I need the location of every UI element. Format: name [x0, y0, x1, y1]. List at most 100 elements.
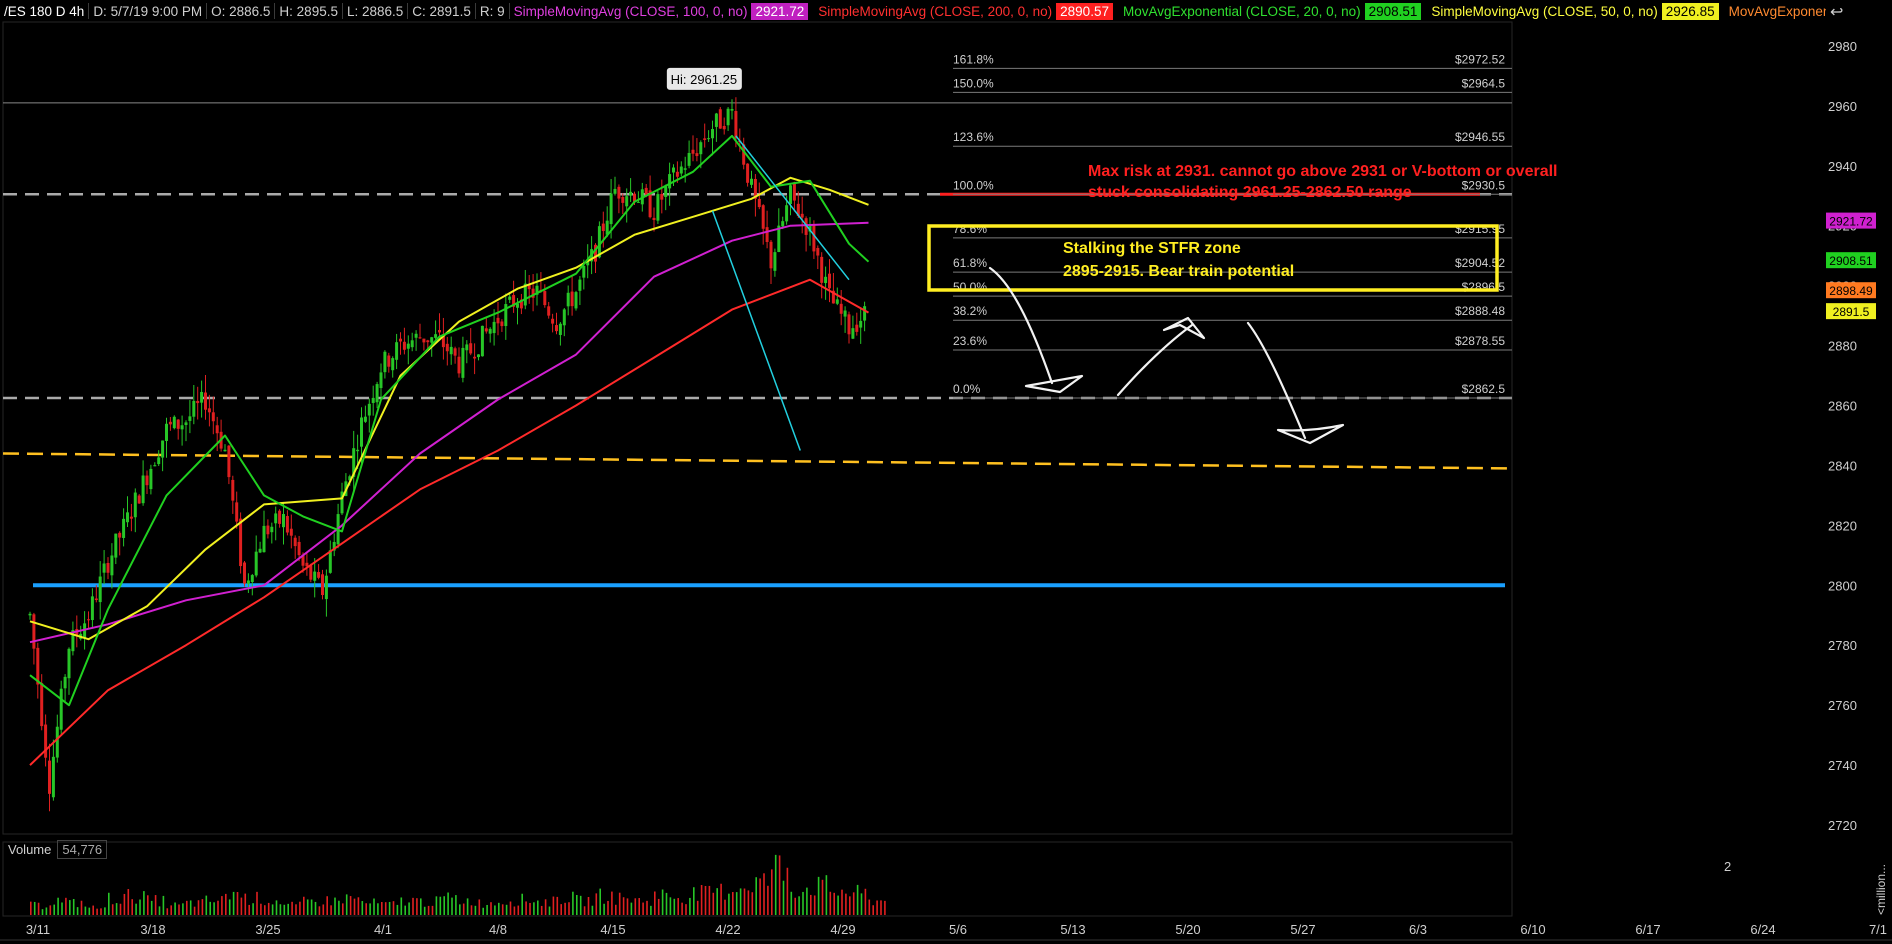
candle-body [757, 198, 761, 208]
volume-bar [501, 904, 504, 915]
candle-body [566, 292, 570, 307]
candle-body [781, 221, 785, 227]
candle-body [375, 384, 379, 403]
volume-bar [864, 888, 867, 915]
volume-bar [119, 903, 122, 915]
candle-body [313, 571, 317, 581]
candle-body [297, 541, 301, 556]
fib-percent-label: 78.6% [953, 222, 987, 236]
x-tick-label: 4/29 [830, 922, 855, 937]
volume-bar [751, 892, 754, 915]
candle-body [473, 356, 477, 359]
volume-bar [361, 901, 364, 915]
candle-body [399, 338, 402, 342]
volume-bar [786, 867, 789, 915]
volume-bar [150, 900, 153, 915]
volume-bar [860, 893, 863, 915]
volume-bar [735, 892, 738, 915]
volume-bar [396, 904, 399, 915]
x-tick-label: 4/8 [489, 922, 507, 937]
volume-bar [498, 902, 500, 915]
x-tick-label: 4/15 [600, 922, 625, 937]
volume-bar [158, 906, 161, 915]
candle-body [51, 756, 55, 798]
volume-bar [228, 899, 231, 915]
candle-body [570, 291, 574, 307]
volume-bar [599, 888, 601, 915]
volume-bar [275, 900, 278, 915]
volume-bar [49, 905, 52, 915]
candle-body [601, 223, 605, 232]
fib-percent-label: 100.0% [953, 178, 994, 192]
candle-body [254, 551, 258, 576]
volume-bar [143, 891, 145, 915]
volume-bar [295, 904, 297, 915]
volume-bar [318, 906, 321, 915]
volume-bar [330, 905, 332, 915]
candle-body [453, 348, 457, 356]
volume-bar [123, 893, 126, 915]
candle-body [48, 760, 51, 794]
candle-body [714, 113, 718, 127]
volume-bar [232, 891, 235, 915]
volume-bar [455, 895, 457, 915]
candle-body [597, 226, 601, 258]
volume-bar [478, 899, 481, 915]
candle-body [551, 318, 555, 324]
candle-body [699, 142, 703, 155]
y-tick-label: 2780 [1828, 638, 1857, 653]
volume-bar [685, 904, 687, 915]
volume-bar [451, 897, 453, 915]
candle-body [609, 193, 613, 225]
volume-bar [404, 905, 406, 915]
candle-body [114, 533, 118, 558]
candle-body [321, 574, 324, 596]
x-tick-label: 5/27 [1290, 922, 1315, 937]
candle-body [695, 153, 699, 157]
candle-body [145, 475, 149, 486]
volume-bar [482, 907, 484, 915]
volume-bar [61, 902, 63, 915]
volume-bar [841, 889, 843, 915]
volume-bar [100, 908, 102, 915]
volume-bar [408, 902, 410, 915]
candle-body [722, 125, 726, 130]
volume-bar [37, 902, 40, 915]
volume-bar [154, 895, 157, 915]
candle-body [176, 419, 180, 429]
candle-body [90, 596, 94, 621]
candle-body [153, 465, 157, 467]
volume-bar [486, 904, 488, 915]
moving-average-line [29, 278, 869, 766]
volume-bar [166, 908, 169, 915]
candle-body [644, 187, 648, 195]
candle-body [508, 296, 512, 300]
volume-bar [306, 899, 309, 915]
volume-bar [147, 895, 149, 915]
moving-average-line [29, 134, 870, 707]
candle-body [223, 449, 227, 452]
fib-price-label: $2896.5 [1462, 280, 1506, 294]
moving-average-line [29, 176, 869, 641]
volume-bar [677, 898, 679, 915]
candle-body [184, 422, 188, 425]
fib-percent-label: 150.0% [953, 76, 994, 90]
y-tick-label: 2820 [1828, 518, 1857, 533]
volume-bar [240, 897, 243, 915]
volume-bar [45, 907, 48, 915]
chart-canvas[interactable]: 161.8% $2972.52 150.0% $2964.5 123.6% $2946.5… [0, 0, 1892, 944]
volume-bar [810, 894, 812, 915]
candle-body [391, 358, 395, 371]
candle-body [141, 475, 145, 504]
channel-lower-line [711, 210, 801, 451]
candle-body [461, 347, 465, 378]
candle-body [672, 167, 675, 173]
candle-body [67, 648, 71, 679]
volume-bar [205, 895, 208, 915]
candle-body [367, 403, 371, 416]
candle-body [161, 440, 165, 458]
candle-body [180, 425, 184, 430]
candle-body [266, 525, 270, 535]
volume-bar [646, 900, 648, 915]
candle-body [426, 340, 430, 343]
